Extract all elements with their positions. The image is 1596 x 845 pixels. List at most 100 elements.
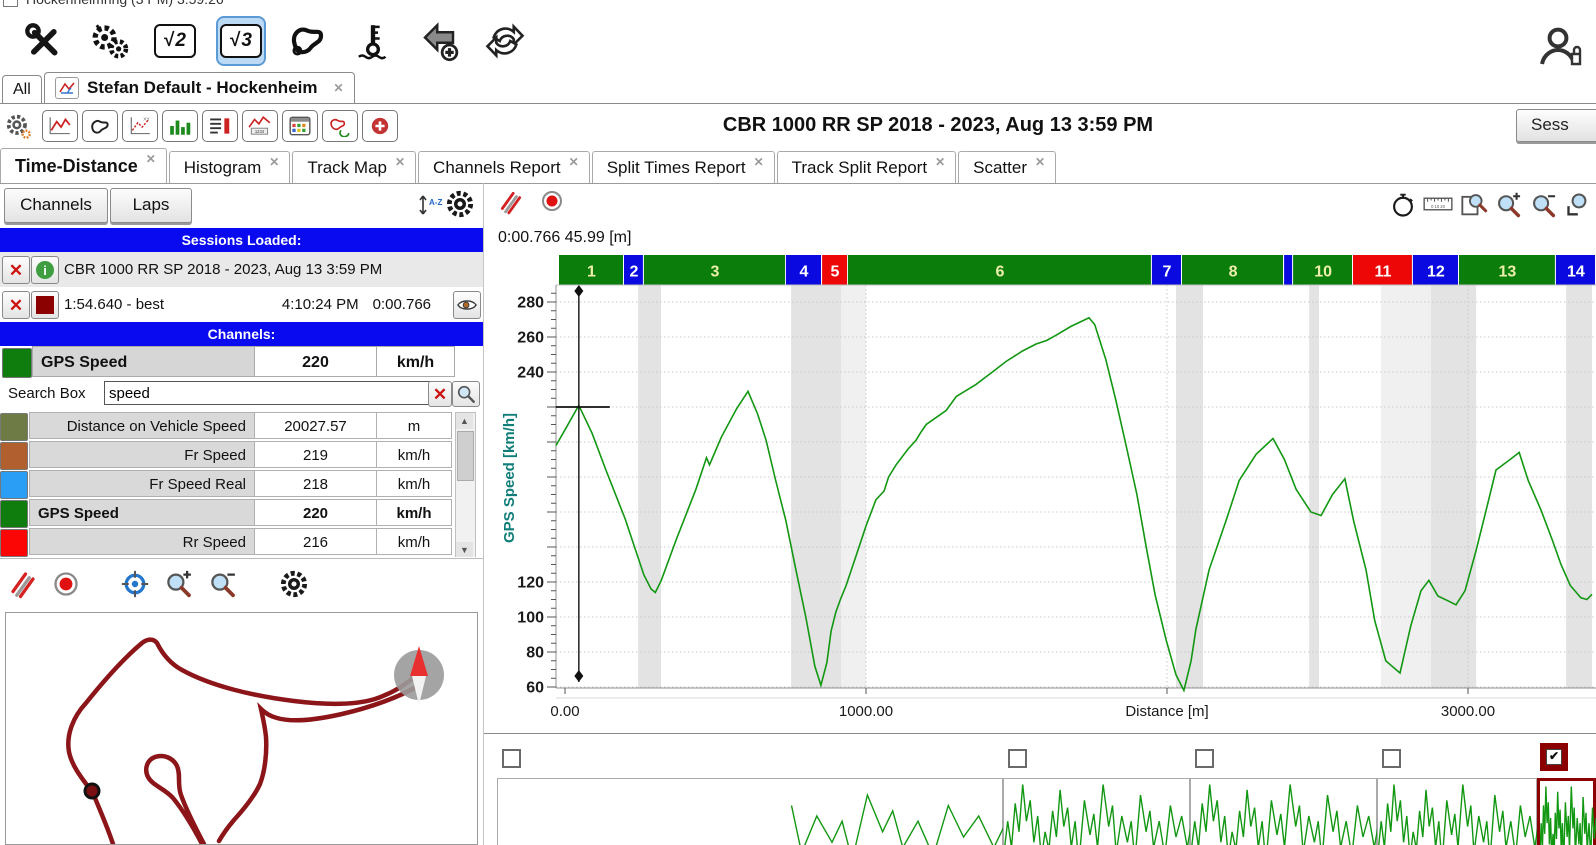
channel-value: 218 (255, 470, 377, 497)
tools-icon[interactable] (20, 18, 66, 64)
doc-tab-time-distance[interactable]: Time-Distance✕ (0, 148, 167, 183)
track-manager-icon[interactable] (284, 18, 330, 64)
lap-overview-strip[interactable] (484, 778, 1596, 845)
channel-color-swatch[interactable] (2, 348, 32, 378)
lap-overview-segment[interactable] (1003, 778, 1190, 845)
lap-checkbox[interactable] (1008, 749, 1027, 768)
rs2-analysis-icon[interactable]: √2 (152, 18, 198, 64)
preferences-gear-icon[interactable] (4, 111, 32, 146)
lap-checkbox[interactable] (502, 749, 521, 768)
lap-overview-segment[interactable] (497, 778, 1003, 845)
doc-tab-track-split-report[interactable]: Track Split Report✕ (777, 151, 956, 183)
close-icon[interactable]: ✕ (395, 155, 405, 169)
tab-active-workspace[interactable]: Stefan Default - Hockenheim ✕ (44, 72, 355, 103)
clear-search-button[interactable]: ✕ (428, 381, 452, 407)
lap-checkbox[interactable] (1382, 749, 1401, 768)
thermometer-icon[interactable] (350, 18, 396, 64)
channel-row-fr-speed[interactable]: Fr Speed219km/h (0, 441, 452, 470)
user-account-icon[interactable] (1534, 22, 1582, 75)
compare-slashes-icon[interactable] (8, 569, 38, 604)
svg-text:5: 5 (831, 264, 840, 281)
scrollbar-thumb[interactable] (457, 431, 474, 481)
sessions-button[interactable]: Sess (1516, 109, 1596, 142)
close-icon[interactable]: ✕ (1035, 155, 1045, 169)
tab-all[interactable]: All (2, 75, 42, 103)
lap-color-swatch[interactable] (31, 291, 59, 319)
rs3-analysis-icon[interactable]: √3 (218, 18, 264, 64)
channel-color-swatch[interactable] (0, 529, 28, 557)
zoom-in-icon[interactable] (1495, 191, 1523, 224)
zoom-in-icon[interactable] (164, 569, 194, 604)
settings-gears-icon[interactable] (86, 18, 132, 64)
add-view-icon[interactable] (362, 110, 398, 142)
scatter-view-icon[interactable] (322, 110, 358, 142)
scroll-up-icon[interactable]: ▲ (456, 413, 473, 429)
search-input[interactable] (104, 381, 430, 405)
channel-row-gps-speed[interactable]: GPS Speed220km/h (0, 499, 452, 528)
top-checkbox[interactable] (3, 0, 18, 7)
close-icon[interactable]: ✕ (935, 155, 945, 169)
sync-icon[interactable] (482, 18, 528, 64)
center-target-icon[interactable] (120, 569, 150, 604)
record-icon[interactable] (540, 189, 564, 220)
zoom-region-icon[interactable] (1460, 191, 1488, 224)
doc-tab-histogram[interactable]: Histogram✕ (169, 151, 291, 183)
zoom-out-icon[interactable] (1530, 191, 1558, 224)
doc-tab-scatter[interactable]: Scatter✕ (958, 151, 1056, 183)
doc-tab-split-times-report[interactable]: Split Times Report✕ (592, 151, 775, 183)
track-map-view-icon[interactable] (82, 110, 118, 142)
channel-row-distance-on-vehicle-speed[interactable]: Distance on Vehicle Speed20027.57m (0, 412, 452, 441)
close-icon[interactable]: ✕ (569, 155, 579, 169)
session-info-button[interactable]: i (31, 256, 59, 284)
sector-segment-blank[interactable] (1284, 255, 1292, 285)
channel-row-rr-speed[interactable]: Rr Speed216km/h (0, 528, 452, 557)
close-icon[interactable]: ✕ (146, 152, 156, 166)
lap-overview-segment[interactable] (1377, 778, 1537, 845)
close-icon[interactable]: ✕ (754, 155, 764, 169)
channel-color-swatch[interactable] (0, 471, 28, 499)
split-times-view-icon[interactable]: 1234 (242, 110, 278, 142)
channels-settings-gear-icon[interactable] (444, 188, 476, 225)
record-icon[interactable] (52, 570, 80, 603)
channel-color-swatch[interactable] (0, 500, 28, 528)
session-row[interactable]: ✕ i CBR 1000 RR SP 2018 - 2023, Aug 13 3… (0, 252, 483, 288)
remove-lap-button[interactable]: ✕ (2, 291, 30, 319)
lap-row[interactable]: ✕ 1:54.640 - best 4:10:24 PM0:00.766 (0, 287, 483, 322)
channel-color-swatch[interactable] (0, 442, 28, 470)
scroll-down-icon[interactable]: ▼ (456, 542, 473, 557)
track-position-marker (85, 784, 99, 798)
track-split-view-icon[interactable] (282, 110, 318, 142)
speed-distance-plot[interactable]: 1234567810111213142802602401201008060GPS… (484, 230, 1596, 725)
time-distance-view-icon[interactable] (42, 110, 78, 142)
close-icon[interactable]: ✕ (269, 155, 279, 169)
doc-tab-track-map[interactable]: Track Map✕ (292, 151, 416, 183)
close-icon[interactable]: ✕ (334, 81, 344, 95)
doc-tab-channels-report[interactable]: Channels Report✕ (418, 151, 590, 183)
lap-checkbox[interactable] (1195, 749, 1214, 768)
selected-channel-row[interactable]: GPS Speed 220 km/h (0, 346, 483, 379)
channels-report-view-icon[interactable] (202, 110, 238, 142)
lap-visibility-eye-icon[interactable] (453, 291, 481, 319)
lap-overview-segment[interactable] (1537, 778, 1596, 845)
zoom-corner-icon[interactable] (1565, 191, 1593, 224)
ruler-icon[interactable]: 0 10 20 (1423, 191, 1453, 224)
channel-color-swatch[interactable] (0, 413, 28, 441)
chart-cursor[interactable] (556, 285, 610, 682)
histogram-view-icon[interactable] (162, 110, 198, 142)
sort-az-icon[interactable]: A-Z (418, 191, 444, 224)
compare-slashes-icon[interactable] (498, 189, 524, 220)
xy-plot-view-icon[interactable]: XY (122, 110, 158, 142)
lap-overview-segment[interactable] (1190, 778, 1377, 845)
laps-button[interactable]: Laps (110, 188, 192, 223)
search-icon[interactable] (452, 381, 480, 407)
zoom-out-icon[interactable] (208, 569, 238, 604)
channels-button[interactable]: Channels (4, 188, 108, 223)
channel-table-scrollbar[interactable]: ▲ ▼ (455, 412, 476, 557)
track-map[interactable] (5, 612, 478, 845)
download-data-icon[interactable] (416, 18, 462, 64)
map-settings-gear-icon[interactable] (278, 568, 310, 605)
remove-session-button[interactable]: ✕ (2, 256, 30, 284)
channel-row-fr-speed-real[interactable]: Fr Speed Real218km/h (0, 470, 452, 499)
selected-lap-checkbox[interactable]: ✔ (1540, 743, 1568, 771)
stopwatch-icon[interactable] (1390, 191, 1416, 224)
